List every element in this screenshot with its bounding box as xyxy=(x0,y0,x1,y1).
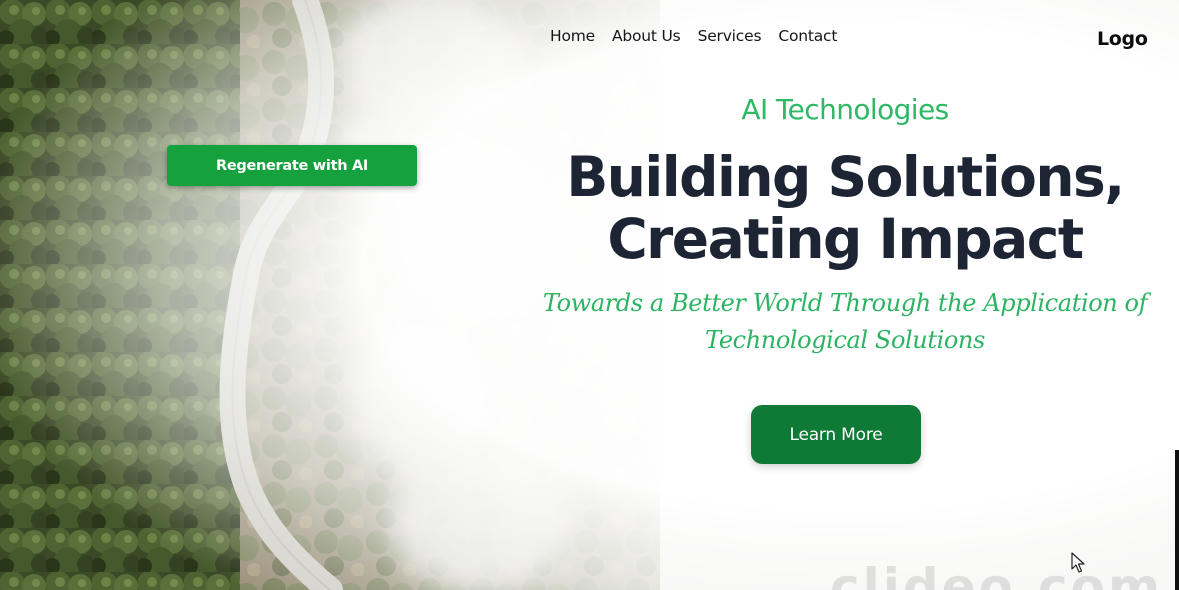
nav-services-link[interactable]: Services xyxy=(698,27,762,45)
watermark-text: clideo.com xyxy=(830,558,1164,590)
hero-headline-line2: Creating Impact xyxy=(607,207,1084,271)
main-nav: Home About Us Services Contact xyxy=(550,27,854,45)
nav-about-us-link[interactable]: About Us xyxy=(612,27,681,45)
nav-contact-link[interactable]: Contact xyxy=(778,27,837,45)
site-logo[interactable]: Logo xyxy=(1097,28,1148,50)
mouse-pointer-icon xyxy=(1071,552,1085,573)
learn-more-button[interactable]: Learn More xyxy=(751,405,921,464)
hero-tagline-line2: Technological Solutions xyxy=(705,326,985,354)
hero-tagline: Towards a Better World Through the Appli… xyxy=(530,285,1160,359)
regenerate-with-ai-button[interactable]: Regenerate with AI xyxy=(167,145,417,186)
hero-headline: Building Solutions, Creating Impact xyxy=(520,146,1170,270)
nav-home-link[interactable]: Home xyxy=(550,27,595,45)
hero-headline-line1: Building Solutions, xyxy=(566,145,1125,209)
scrollbar-edge[interactable] xyxy=(1175,450,1179,590)
hero-eyebrow: AI Technologies xyxy=(741,93,949,126)
hero-tagline-line1: Towards a Better World Through the Appli… xyxy=(542,289,1148,317)
